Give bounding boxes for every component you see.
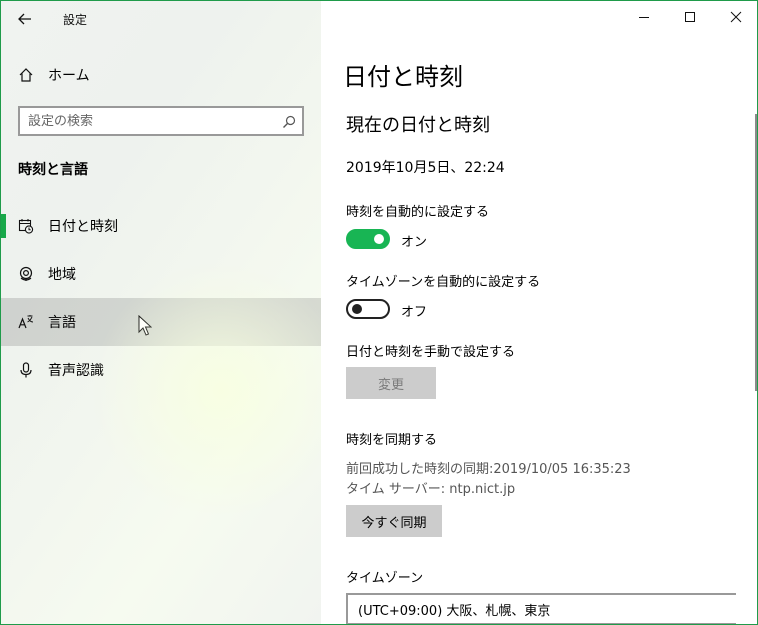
sidebar-item-region[interactable]: 地域 — [1, 250, 321, 298]
maximize-button[interactable] — [667, 1, 713, 33]
auto-timezone-toggle[interactable] — [346, 299, 390, 319]
auto-timezone-state: オフ — [401, 305, 428, 320]
sidebar-item-label: 地域 — [48, 267, 76, 283]
back-arrow-icon — [18, 13, 31, 25]
close-button[interactable] — [713, 1, 757, 33]
sidebar-item-label: 言語 — [48, 315, 76, 331]
auto-timezone-label: タイムゾーンを自動的に設定する — [346, 275, 541, 290]
home-icon — [18, 67, 34, 83]
sidebar-item-date-time[interactable]: 日付と時刻 — [1, 202, 321, 250]
back-button[interactable] — [7, 5, 43, 33]
mouse-cursor-icon — [138, 315, 152, 336]
title-bar: 設定 — [1, 1, 321, 37]
window-controls — [621, 1, 757, 33]
calendar-clock-icon — [18, 218, 34, 234]
search-icon[interactable] — [282, 114, 296, 128]
auto-time-label: 時刻を自動的に設定する — [346, 205, 490, 220]
timezone-select[interactable]: (UTC+09:00) 大阪、札幌、東京 — [346, 593, 736, 624]
current-datetime-heading: 現在の日付と時刻 — [346, 115, 490, 136]
change-button[interactable]: 変更 — [346, 367, 436, 399]
nav-home[interactable]: ホーム — [1, 57, 321, 93]
section-title: 時刻と言語 — [18, 162, 88, 178]
toggle-knob — [374, 234, 384, 244]
last-sync-text: 前回成功した時刻の同期:2019/10/05 16:35:23 — [346, 462, 631, 477]
settings-window: 設定 ホーム 時刻と言語 — [0, 0, 758, 625]
content-pane: 日付と時刻 現在の日付と時刻 2019年10月5日、22:24 時刻を自動的に設… — [321, 1, 757, 624]
page-title: 日付と時刻 — [343, 63, 463, 91]
close-icon — [730, 11, 742, 23]
sidebar-item-label: 日付と時刻 — [48, 219, 118, 235]
sidebar-item-speech[interactable]: 音声認識 — [1, 346, 321, 394]
app-title: 設定 — [63, 13, 88, 27]
manual-set-label: 日付と時刻を手動で設定する — [346, 345, 516, 360]
search-box — [18, 106, 304, 136]
microphone-icon — [18, 362, 34, 378]
maximize-icon — [685, 12, 695, 22]
auto-time-toggle[interactable] — [346, 229, 390, 249]
sync-now-button[interactable]: 今すぐ同期 — [346, 505, 442, 537]
time-server-text: タイム サーバー: ntp.nict.jp — [346, 482, 516, 497]
selection-indicator — [1, 214, 6, 238]
search-input[interactable] — [28, 113, 268, 129]
auto-time-state: オン — [401, 235, 428, 250]
language-icon — [18, 314, 34, 330]
sidebar-item-label: 音声認識 — [48, 363, 104, 379]
navigation-pane: 設定 ホーム 時刻と言語 — [1, 1, 351, 624]
current-datetime-value: 2019年10月5日、22:24 — [346, 160, 505, 176]
sync-label: 時刻を同期する — [346, 433, 438, 448]
toggle-knob — [352, 304, 362, 314]
sidebar-item-language[interactable]: 言語 — [1, 298, 321, 346]
scrollbar[interactable] — [755, 114, 757, 391]
nav-home-label: ホーム — [48, 68, 90, 84]
timezone-label: タイムゾーン — [346, 571, 424, 586]
timezone-selected-value: (UTC+09:00) 大阪、札幌、東京 — [358, 603, 551, 619]
globe-icon — [18, 266, 34, 282]
minimize-button[interactable] — [621, 1, 667, 33]
minimize-icon — [639, 17, 649, 18]
